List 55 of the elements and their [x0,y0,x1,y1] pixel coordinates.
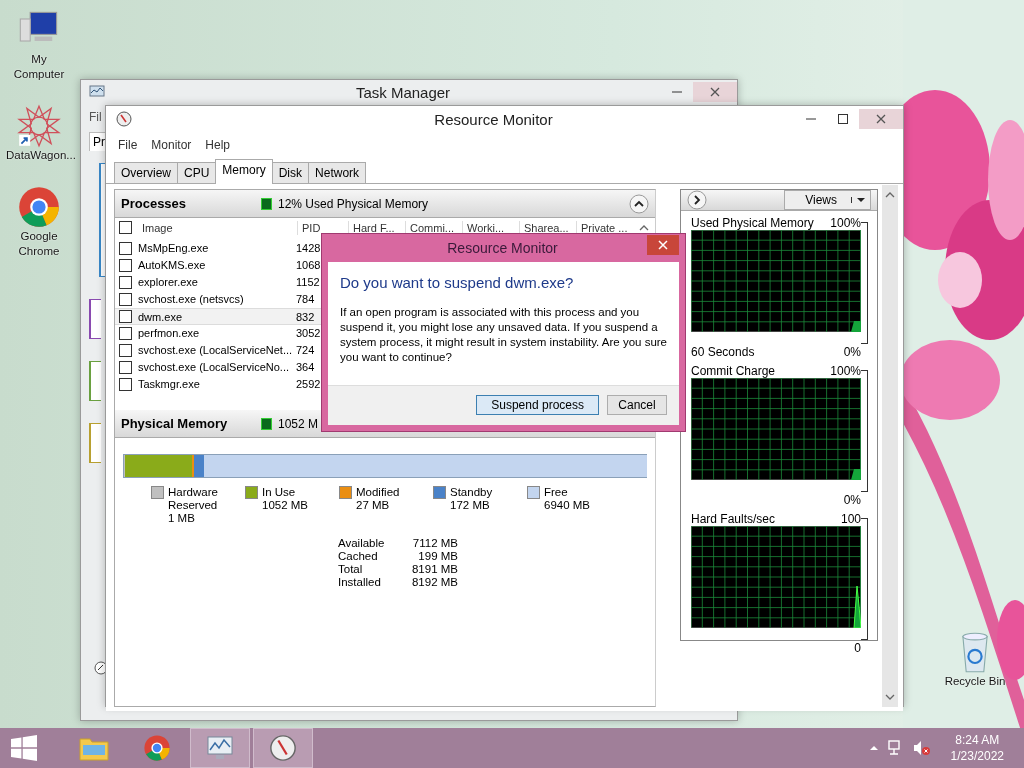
table-cell-text: AutoKMS.exe [138,258,207,272]
dialog-title: Resource Monitor [446,240,559,256]
table-cell: 832 [296,309,315,324]
stat-value: 8192 MB [410,576,458,589]
table-cell: 1068 [296,258,321,272]
panel-summary: 12% Used Physical Memory [278,196,429,211]
legend-label: Hardware Reserved [168,486,219,512]
legend-value: 172 MB [450,499,491,512]
table-cell: 724 [296,343,315,357]
axis-label: 0% [843,344,861,359]
table-cell-text: svchost.exe (netsvcs) [138,292,245,306]
table-cell-text: perfmon.exe [138,326,201,340]
panel-title: Processes [121,196,188,211]
legend-value: 6940 MB [544,499,592,512]
graph-footer: 60 Seconds [691,344,755,359]
axis-label: 100% [830,363,861,378]
panel-summary: 1052 M [278,416,319,431]
table-cell: 364 [296,360,315,374]
table-cell-text: svchost.exe (LocalServiceNo... [138,360,290,374]
legend-value: 1 MB [168,512,196,525]
graph-title: Commit Charge [691,363,776,378]
axis-label: 0% [843,492,861,507]
legend-value: 1052 MB [262,499,310,512]
stat-label: Available [338,537,386,550]
table-cell: 1428 [296,241,321,255]
legend-label: Modified [356,486,401,499]
stat-label: Total [338,563,364,576]
legend-label: Free [544,486,569,499]
window-title: Task Manager [354,83,452,101]
stat-value: 8191 MB [410,563,458,576]
stat-value: 199 MB [417,550,458,563]
dialog-heading: Do you want to suspend dwm.exe? [340,274,575,291]
table-cell-text: explorer.exe [138,275,199,289]
table-cell-text: svchost.exe (LocalServiceNet... [138,343,294,357]
stat-value: 7112 MB [411,537,458,550]
table-cell-text: MsMpEng.exe [138,241,210,255]
table-cell-text: Taskmgr.exe [138,377,201,391]
window-title: Resource Monitor [433,110,554,128]
axis-label: 0 [854,640,861,655]
table-cell-text: dwm.exe [138,309,184,324]
graph-title: Used Physical Memory [691,215,814,230]
table-cell: 2592 [296,377,321,391]
legend-label: Standby [450,486,494,499]
legend-value: 27 MB [356,499,391,512]
stat-label: Cached [338,550,379,563]
graph-title: Hard Faults/sec [691,511,776,526]
table-cell: 3052 [296,326,321,340]
legend-label: In Use [262,486,297,499]
dialog-message: If an open program is associated with this process and you suspend it, you might lose any unsaved data. If you suspend a system process, it might result in system instability. Are you sure you want to continue? [340,305,667,365]
table-cell: 1152 [296,275,320,289]
table-cell: 784 [296,292,315,306]
panel-title: Physical Memory [121,416,229,431]
axis-label: 100 [840,511,861,526]
axis-label: 100% [830,215,861,230]
stat-label: Installed [338,576,382,589]
